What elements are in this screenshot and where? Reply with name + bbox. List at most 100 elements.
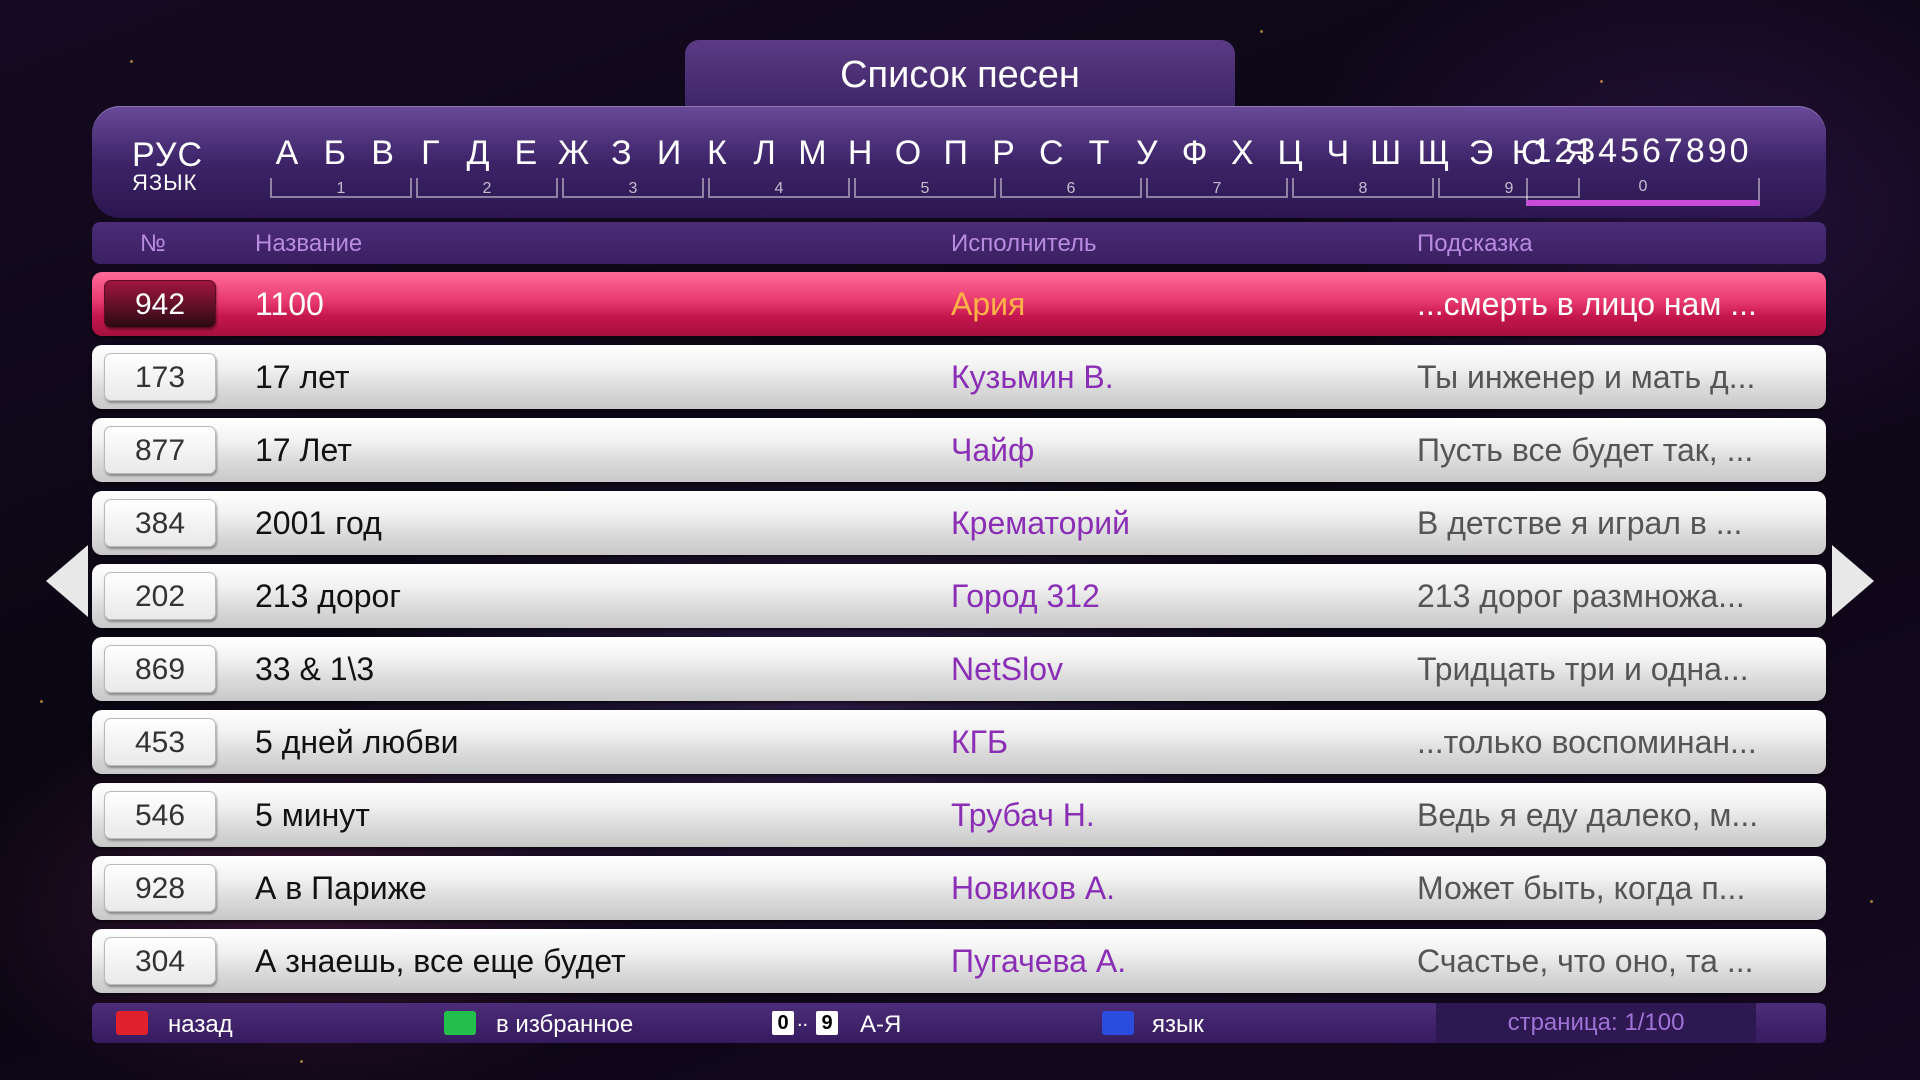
red-key-icon[interactable] bbox=[116, 1011, 148, 1035]
column-title: Название bbox=[255, 230, 363, 257]
column-artist: Исполнитель bbox=[951, 230, 1097, 257]
blue-key-icon[interactable] bbox=[1102, 1011, 1134, 1035]
digit-group-label: 4 bbox=[774, 180, 784, 197]
song-title: 2001 год bbox=[255, 505, 382, 541]
song-row[interactable]: 869 33 & 1\3 NetSlov Тридцать три и одна… bbox=[92, 637, 1826, 701]
letter-s[interactable]: С bbox=[1031, 134, 1071, 174]
letter-n[interactable]: Н bbox=[840, 134, 880, 174]
song-hint: 213 дорог размножа... bbox=[1417, 578, 1745, 614]
letter-list: А Б В Г Д Е Ж З И К Л М Н О П Р С Т У Ф … bbox=[267, 134, 1597, 174]
song-number: 173 bbox=[104, 353, 216, 401]
letter-o[interactable]: О bbox=[888, 134, 928, 174]
song-artist: Чайф bbox=[951, 432, 1035, 468]
letter-u[interactable]: У bbox=[1127, 134, 1167, 174]
digit-group-label: 2 bbox=[482, 180, 492, 197]
song-row[interactable]: 304 А знаешь, все еще будет Пугачева А. … bbox=[92, 929, 1826, 993]
decor-sparkle bbox=[1870, 900, 1873, 903]
song-row[interactable]: 202 213 дорог Город 312 213 дорог размно… bbox=[92, 564, 1826, 628]
back-label[interactable]: назад bbox=[168, 1011, 233, 1039]
decor-sparkle bbox=[130, 60, 133, 63]
footer-bar: назад в избранное 0 .. 9 А-Я язык страни… bbox=[92, 1003, 1826, 1043]
song-hint: Может быть, когда п... bbox=[1417, 870, 1746, 906]
prev-page-arrow-icon[interactable] bbox=[46, 545, 88, 617]
next-page-arrow-icon[interactable] bbox=[1832, 545, 1874, 617]
letter-z[interactable]: З bbox=[601, 134, 641, 174]
language-toggle-label[interactable]: язык bbox=[1152, 1011, 1204, 1039]
song-artist: Пугачева А. bbox=[951, 943, 1127, 979]
alphabet-bar: Р У С ЯЗЫК А Б В Г Д Е Ж З И К Л М Н О П Р… bbox=[92, 106, 1826, 218]
digit-group-label: 6 bbox=[1066, 180, 1076, 197]
digit-group-bracket: 7 bbox=[1146, 178, 1288, 198]
digit-range-separator: .. bbox=[797, 1009, 809, 1031]
song-title: 17 лет bbox=[255, 359, 350, 395]
digit-group-label: 5 bbox=[920, 180, 930, 197]
letter-l[interactable]: Л bbox=[745, 134, 785, 174]
song-artist: Город 312 bbox=[951, 578, 1100, 614]
letter-ts[interactable]: Ц bbox=[1270, 134, 1310, 174]
sort-az-label[interactable]: А-Я bbox=[860, 1011, 901, 1039]
favorites-label[interactable]: в избранное bbox=[496, 1011, 633, 1039]
letter-ee[interactable]: Э bbox=[1461, 134, 1501, 174]
song-number: 453 bbox=[104, 718, 216, 766]
letter-k[interactable]: К bbox=[697, 134, 737, 174]
song-number: 546 bbox=[104, 791, 216, 839]
digit-group-bracket: 4 bbox=[708, 178, 850, 198]
song-row[interactable]: 877 17 Лет Чайф Пусть все будет так, ... bbox=[92, 418, 1826, 482]
decor-sparkle bbox=[300, 1060, 303, 1063]
song-row[interactable]: 546 5 минут Трубач Н. Ведь я еду далеко,… bbox=[92, 783, 1826, 847]
decor-sparkle bbox=[1600, 80, 1603, 83]
letter-t[interactable]: Т bbox=[1079, 134, 1119, 174]
letter-b[interactable]: Б bbox=[315, 134, 355, 174]
green-key-icon[interactable] bbox=[444, 1011, 476, 1035]
letter-ch[interactable]: Ч bbox=[1318, 134, 1358, 174]
letter-kh[interactable]: Х bbox=[1222, 134, 1262, 174]
letter-zh[interactable]: Ж bbox=[554, 134, 594, 174]
decor-sparkle bbox=[1260, 30, 1263, 33]
digit-key-0-icon: 0 bbox=[772, 1011, 794, 1035]
song-title: А в Париже bbox=[255, 870, 427, 906]
digits-filter[interactable]: 1234567890 bbox=[1522, 132, 1762, 171]
letter-f[interactable]: Ф bbox=[1175, 134, 1215, 174]
song-number: 942 bbox=[104, 280, 216, 328]
column-hint: Подсказка bbox=[1417, 230, 1533, 257]
column-header: № Название Исполнитель Подсказка bbox=[92, 222, 1826, 264]
song-row[interactable]: 173 17 лет Кузьмин В. Ты инженер и мать … bbox=[92, 345, 1826, 409]
song-row-selected[interactable]: 942 1100 Ария ...смерть в лицо нам ... bbox=[92, 272, 1826, 336]
song-number: 869 bbox=[104, 645, 216, 693]
page-indicator: страница: 1/100 bbox=[1436, 1003, 1756, 1043]
song-artist: Новиков А. bbox=[951, 870, 1116, 906]
digit-group-bracket: 8 bbox=[1292, 178, 1434, 198]
digit-group-bracket: 1 bbox=[270, 178, 412, 198]
digit-key-9-icon: 9 bbox=[816, 1011, 838, 1035]
song-hint: ...только воспоминан... bbox=[1417, 724, 1757, 760]
digit-group-label: 0 bbox=[1638, 178, 1648, 195]
letter-a[interactable]: А bbox=[267, 134, 307, 174]
letter-i[interactable]: И bbox=[649, 134, 689, 174]
song-title: 33 & 1\3 bbox=[255, 651, 375, 687]
song-number: 384 bbox=[104, 499, 216, 547]
song-row[interactable]: 453 5 дней любви КГБ ...только воспомина… bbox=[92, 710, 1826, 774]
song-number: 877 bbox=[104, 426, 216, 474]
digit-group-bracket: 3 bbox=[562, 178, 704, 198]
song-hint: Пусть все будет так, ... bbox=[1417, 432, 1754, 468]
song-title: А знаешь, все еще будет bbox=[255, 943, 626, 979]
song-number: 928 bbox=[104, 864, 216, 912]
song-hint: В детстве я играл в ... bbox=[1417, 505, 1743, 541]
letter-sh[interactable]: Ш bbox=[1366, 134, 1406, 174]
letter-g[interactable]: Г bbox=[410, 134, 450, 174]
song-row[interactable]: 384 2001 год Крематорий В детстве я игра… bbox=[92, 491, 1826, 555]
letter-v[interactable]: В bbox=[363, 134, 403, 174]
letter-p[interactable]: П bbox=[936, 134, 976, 174]
letter-shch[interactable]: Щ bbox=[1413, 134, 1453, 174]
song-row[interactable]: 928 А в Париже Новиков А. Может быть, ко… bbox=[92, 856, 1826, 920]
song-hint: Тридцать три и одна... bbox=[1417, 651, 1749, 687]
digit-group-label: 3 bbox=[628, 180, 638, 197]
letter-m[interactable]: М bbox=[792, 134, 832, 174]
letter-e[interactable]: Е bbox=[506, 134, 546, 174]
letter-d[interactable]: Д bbox=[458, 134, 498, 174]
song-title: 1100 bbox=[255, 286, 324, 322]
letter-r[interactable]: Р bbox=[983, 134, 1023, 174]
page-title-tab: Список песен bbox=[685, 40, 1235, 110]
decor-sparkle bbox=[40, 700, 43, 703]
song-list: 942 1100 Ария ...смерть в лицо нам ... 1… bbox=[92, 272, 1826, 1002]
